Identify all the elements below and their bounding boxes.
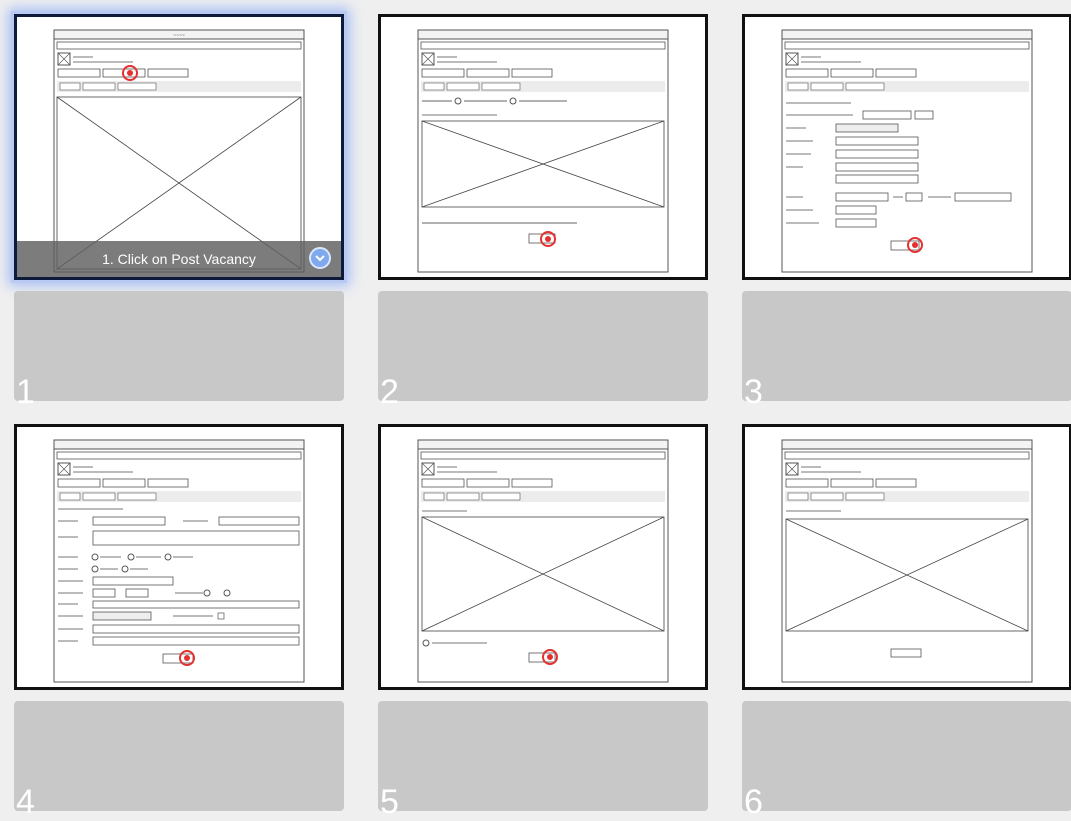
svg-text:~~~~: ~~~~ <box>173 33 185 39</box>
step-card-3[interactable] <box>742 14 1071 280</box>
step-number: 2 <box>380 373 399 411</box>
step-slot-6[interactable]: 6 <box>742 701 1071 819</box>
step-number: 4 <box>16 783 35 821</box>
wireframe-thumbnail <box>53 439 305 683</box>
step-slot-3[interactable]: 3 <box>742 291 1071 409</box>
wireframe-thumbnail: ~~~~ <box>53 29 305 273</box>
step-card-2[interactable] <box>378 14 708 280</box>
step-number: 6 <box>744 783 763 821</box>
chevron-down-icon[interactable] <box>309 247 331 269</box>
step-slot-1[interactable]: 1 <box>14 291 344 409</box>
wireframe-thumbnail <box>417 439 669 683</box>
step-slot-4[interactable]: 4 <box>14 701 344 819</box>
step-card-6[interactable] <box>742 424 1071 690</box>
step-card-4[interactable] <box>14 424 344 690</box>
step-card-5[interactable] <box>378 424 708 690</box>
step-slot-2[interactable]: 2 <box>378 291 708 409</box>
step-number: 1 <box>16 373 35 411</box>
wireframe-thumbnail <box>781 439 1033 683</box>
step-caption: 1. Click on Post Vacancy <box>17 241 341 277</box>
wireframe-thumbnail <box>781 29 1033 273</box>
step-card-1[interactable]: ~~~~ 1. Click on Post Vacancy <box>14 14 344 280</box>
step-number: 3 <box>744 373 763 411</box>
step-number: 5 <box>380 783 399 821</box>
step-caption-text: 1. Click on Post Vacancy <box>102 251 256 267</box>
wireframe-thumbnail <box>417 29 669 273</box>
step-slot-5[interactable]: 5 <box>378 701 708 819</box>
